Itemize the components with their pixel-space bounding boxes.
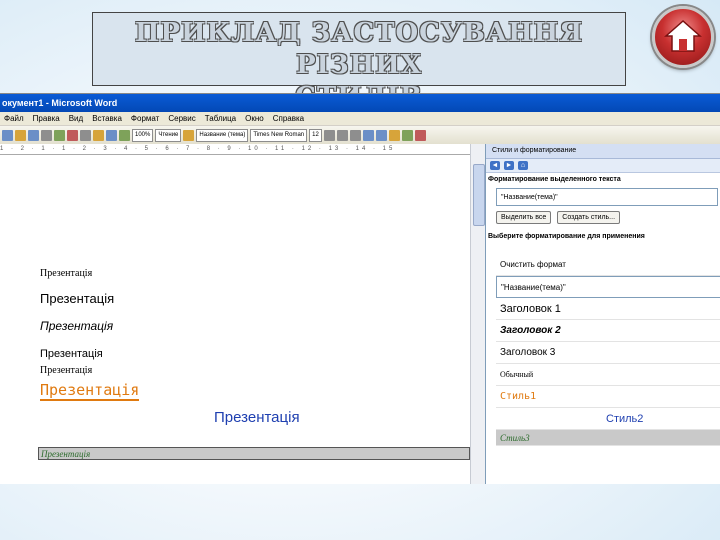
menu-bar: Файл Правка Вид Вставка Формат Сервис Та… <box>0 112 720 126</box>
menu-item-tools[interactable]: Сервис <box>168 112 195 125</box>
home-pane-icon[interactable]: ⌂ <box>518 161 528 170</box>
size-select[interactable]: 12 <box>309 128 322 142</box>
style-normal[interactable]: Обычный <box>496 364 720 386</box>
bold-icon[interactable] <box>323 129 335 141</box>
selected-format-heading: Форматирование выделенного текста <box>488 176 621 183</box>
forward-icon[interactable]: ► <box>504 161 514 170</box>
paste-icon[interactable] <box>93 129 104 141</box>
back-icon[interactable]: ◄ <box>490 161 500 170</box>
cut-icon[interactable] <box>80 129 91 141</box>
style-style2[interactable]: Стиль2 <box>496 408 720 430</box>
menu-item-table[interactable]: Таблица <box>205 112 236 125</box>
undo-icon[interactable] <box>106 129 117 141</box>
spelling-icon[interactable] <box>67 129 78 141</box>
style-title-theme[interactable]: "Название(тема)" <box>496 276 720 298</box>
style-heading1[interactable]: Заголовок 1 <box>496 298 720 320</box>
style-select[interactable]: Название (тема) <box>196 128 249 142</box>
doc-line-heading2: Презентація <box>40 319 114 333</box>
menu-item-format[interactable]: Формат <box>131 112 159 125</box>
italic-icon[interactable] <box>336 129 348 141</box>
justify-icon[interactable] <box>388 129 400 141</box>
selected-format-field[interactable]: "Название(тема)" <box>496 188 718 206</box>
toolbar: 100% Чтение Название (тема) Times New Ro… <box>0 126 720 145</box>
font-select[interactable]: Times New Roman <box>250 128 308 142</box>
styles-task-pane: Стили и форматирование ◄ ► ⌂ Форматирова… <box>485 144 720 484</box>
underline-icon[interactable] <box>349 129 361 141</box>
home-icon <box>664 19 702 52</box>
word-window: окумент1 - Microsoft Word Файл Правка Ви… <box>0 93 720 484</box>
task-pane-title: Стили и форматирование <box>486 144 720 159</box>
menu-item-help[interactable]: Справка <box>273 112 304 125</box>
menu-item-window[interactable]: Окно <box>245 112 264 125</box>
doc-line-normal: Презентація <box>40 365 93 376</box>
doc-line-default: Презентація <box>40 268 93 279</box>
view-select[interactable]: Чтение <box>155 128 182 142</box>
doc-line-style3: Презентація <box>38 447 470 460</box>
doc-line-heading1: Презентація <box>40 291 115 306</box>
font-color-icon[interactable] <box>414 129 426 141</box>
menu-item-file[interactable]: Файл <box>4 112 24 125</box>
style-style1[interactable]: Стиль1 <box>496 386 720 408</box>
style-heading2[interactable]: Заголовок 2 <box>496 320 720 342</box>
zoom-select[interactable]: 100% <box>132 128 154 142</box>
apply-format-heading: Выберите форматирование для применения <box>488 233 645 240</box>
menu-item-edit[interactable]: Правка <box>33 112 60 125</box>
menu-item-insert[interactable]: Вставка <box>92 112 122 125</box>
table-icon[interactable] <box>119 129 130 141</box>
align-center-icon[interactable] <box>375 129 387 141</box>
doc-line-style2: Презентація <box>214 409 300 426</box>
styles-icon[interactable] <box>183 129 195 141</box>
new-style-button[interactable]: Создать стиль... <box>557 211 621 224</box>
window-title: окумент1 - Microsoft Word <box>0 94 720 112</box>
select-all-button[interactable]: Выделить все <box>496 211 552 224</box>
slide-title-box: ПРИКЛАД ЗАСТОСУВАННЯ РІЗНИХ СТИЛІВ <box>92 12 626 112</box>
new-icon[interactable] <box>2 129 13 141</box>
document-area[interactable]: Презентація Презентація Презентація През… <box>0 155 470 484</box>
style-style3[interactable]: Стиль3 <box>496 430 720 446</box>
menu-item-view[interactable]: Вид <box>69 112 83 125</box>
doc-line-style1: Презентація <box>40 381 140 401</box>
print-icon[interactable] <box>41 129 52 141</box>
align-left-icon[interactable] <box>362 129 374 141</box>
preview-icon[interactable] <box>54 129 65 141</box>
open-icon[interactable] <box>15 129 26 141</box>
home-button[interactable] <box>652 6 714 68</box>
doc-line-heading3: Презентація <box>40 348 103 360</box>
vertical-scrollbar[interactable] <box>470 144 485 484</box>
save-icon[interactable] <box>28 129 39 141</box>
slide-title-line1: ПРИКЛАД ЗАСТОСУВАННЯ РІЗНИХ <box>134 18 584 80</box>
task-pane-nav: ◄ ► ⌂ <box>486 159 720 173</box>
list-icon[interactable] <box>401 129 413 141</box>
style-heading3[interactable]: Заголовок 3 <box>496 342 720 364</box>
style-clear-format[interactable]: Очистить формат <box>496 254 720 276</box>
ruler: 1 · 2 · 1 · 1 · 2 · 3 · 4 · 5 · 6 · 7 · … <box>0 144 470 155</box>
style-list: Очистить формат "Название(тема)" Заголов… <box>496 254 720 446</box>
scrollbar-thumb[interactable] <box>473 164 485 226</box>
